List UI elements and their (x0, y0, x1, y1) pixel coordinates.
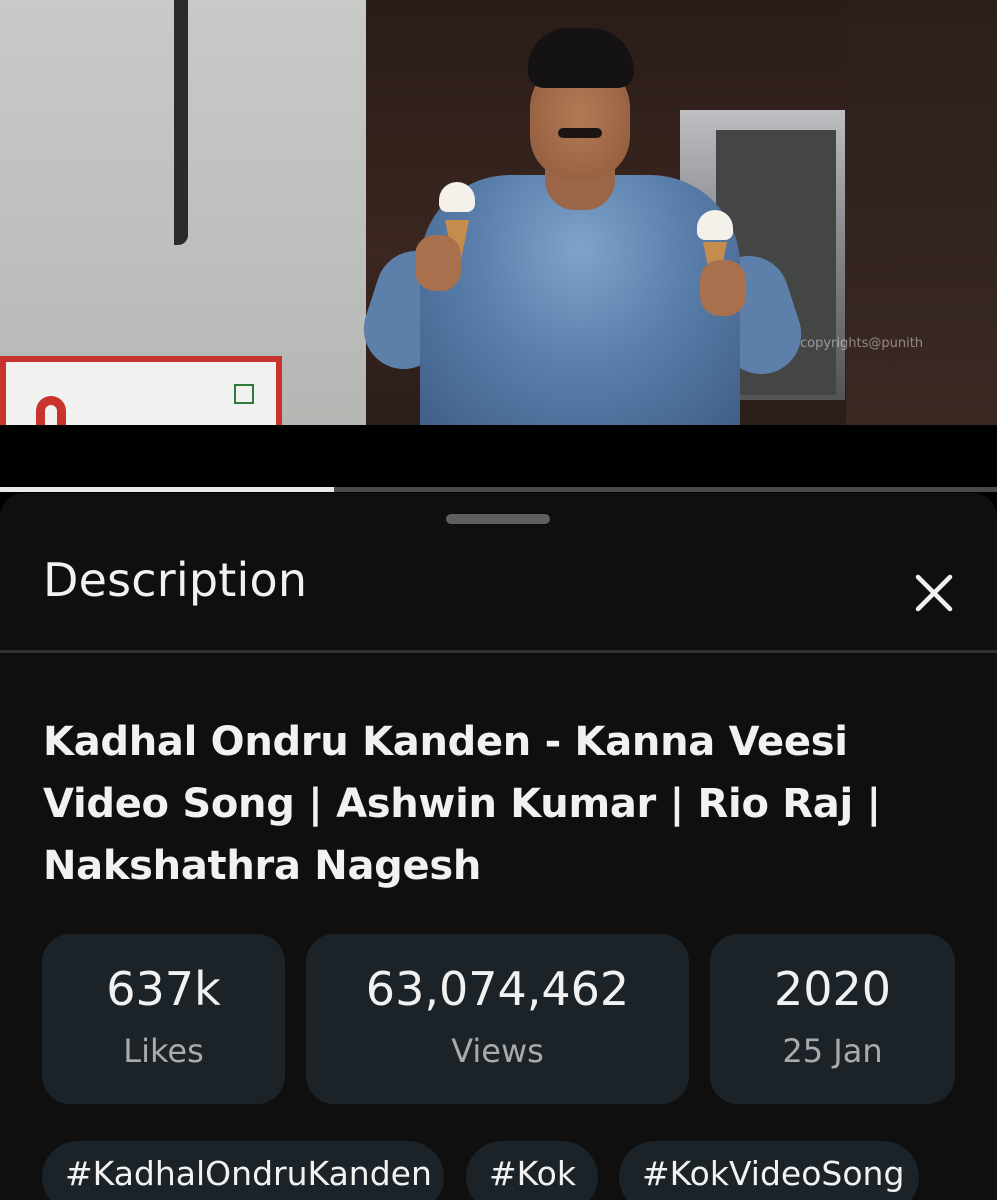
video-progress-fill (0, 487, 334, 492)
close-icon (915, 574, 953, 612)
wall-sign (0, 356, 282, 425)
sheet-title: Description (43, 553, 308, 607)
views-card: 63,074,462 Views (306, 934, 689, 1104)
sheet-header: Description (0, 543, 997, 651)
door-right (846, 0, 997, 425)
video-frame: copyrights@punith (0, 0, 997, 425)
video-watermark: copyrights@punith (800, 336, 924, 351)
header-divider (0, 650, 997, 653)
views-label: Views (451, 1032, 544, 1070)
drag-handle[interactable] (446, 514, 550, 524)
video-letterbox (0, 425, 997, 493)
upload-date-card: 2020 25 Jan (710, 934, 955, 1104)
video-player[interactable]: copyrights@punith (0, 0, 997, 425)
video-title: Kadhal Ondru Kanden - Kanna Veesi Video … (43, 719, 881, 889)
upload-year: 2020 (773, 962, 892, 1016)
hashtag-chip[interactable]: #Kok (466, 1141, 598, 1200)
actor-figure (353, 20, 820, 425)
video-progress-bar[interactable] (0, 487, 997, 492)
hashtag-chip[interactable]: #KadhalOndruKanden (42, 1141, 444, 1200)
hashtag-row: #KadhalOndruKanden #Kok #KokVideoSong (0, 1141, 997, 1200)
stats-row: 637k Likes 63,074,462 Views 2020 25 Jan (0, 934, 997, 1104)
likes-count: 637k (106, 962, 221, 1016)
likes-label: Likes (123, 1032, 204, 1070)
hashtag-chip[interactable]: #KokVideoSong (619, 1141, 919, 1200)
upload-date: 25 Jan (782, 1032, 883, 1070)
views-count: 63,074,462 (365, 962, 630, 1016)
description-sheet: Description Kadhal Ondru Kanden - Kanna … (0, 493, 997, 1200)
wall-pipe (162, 0, 188, 245)
likes-card: 637k Likes (42, 934, 285, 1104)
close-button[interactable] (904, 563, 964, 623)
